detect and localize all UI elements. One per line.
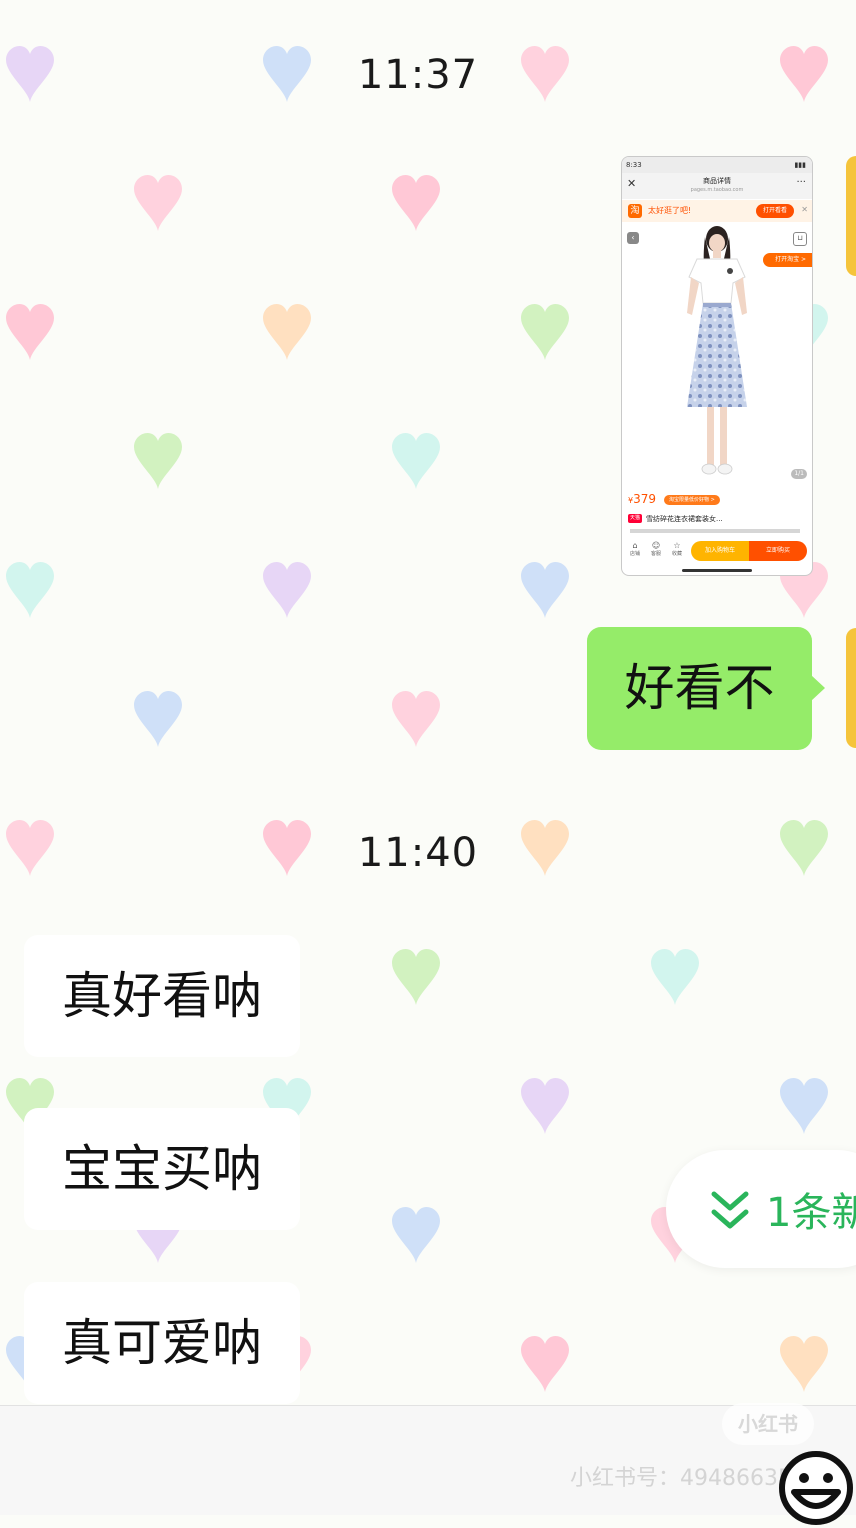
taobao-logo-icon: 淘 xyxy=(628,204,642,218)
heart-decoration xyxy=(780,1336,828,1392)
promo-badge: 淘宝限量低价好物 > xyxy=(664,495,720,505)
shared-screenshot-image[interactable]: 8:33 ▮▮▮ ✕ 商品详情 pages.m.taobao.com ··· 淘… xyxy=(621,156,813,576)
heart-decoration xyxy=(6,304,54,360)
heart-decoration xyxy=(392,175,440,231)
heart-decoration xyxy=(521,304,569,360)
service-icon: ☺ xyxy=(651,541,661,550)
sender-avatar-2[interactable] xyxy=(846,628,856,748)
timestamp-1: 11:37 xyxy=(357,52,479,98)
tab-shop-label: 店铺 xyxy=(629,551,640,557)
taobao-banner: 淘 太好逛了吧! 打开看看 ✕ xyxy=(622,200,812,222)
heart-decoration xyxy=(521,1336,569,1392)
heart-decoration xyxy=(521,562,569,618)
banner-open-button: 打开看看 xyxy=(755,204,794,218)
heart-decoration xyxy=(521,1078,569,1134)
status-time: 8:33 xyxy=(626,161,642,169)
tab-favorite-label: 收藏 xyxy=(671,551,682,557)
heart-decoration xyxy=(780,1078,828,1134)
tab-shop: ⌂ 店铺 xyxy=(625,541,645,557)
screenshot-nav-bar: ✕ 商品详情 pages.m.taobao.com ··· xyxy=(622,173,812,199)
star-icon: ☆ xyxy=(673,541,681,550)
screenshot-status-bar: 8:33 ▮▮▮ xyxy=(622,157,812,173)
cart-icon: ⊔ xyxy=(793,232,807,246)
double-chevron-down-icon xyxy=(711,1191,749,1229)
home-indicator xyxy=(682,569,752,572)
product-price: ¥379 xyxy=(628,492,656,506)
new-messages-pill[interactable]: 1条新 xyxy=(666,1150,856,1268)
add-to-cart-button: 加入购物车 xyxy=(691,541,749,561)
heart-decoration xyxy=(134,691,182,747)
sender-avatar[interactable] xyxy=(846,156,856,276)
heart-decoration xyxy=(263,562,311,618)
nav-title: 商品详情 xyxy=(703,177,731,185)
tab-service: ☺ 客服 xyxy=(646,541,666,557)
product-subtitle-line xyxy=(630,529,800,533)
more-icon: ··· xyxy=(796,177,806,188)
nav-url: pages.m.taobao.com xyxy=(690,187,744,193)
buy-now-button: 立即购买 xyxy=(749,541,807,561)
heart-decoration xyxy=(392,949,440,1005)
heart-decoration xyxy=(392,1207,440,1263)
heart-decoration xyxy=(134,433,182,489)
tab-favorite: ☆ 收藏 xyxy=(667,541,687,557)
heart-decoration xyxy=(6,562,54,618)
timestamp-2: 11:40 xyxy=(357,830,479,876)
banner-close-icon: ✕ xyxy=(801,205,808,214)
received-message-bubble[interactable]: 宝宝买呐 xyxy=(24,1108,300,1230)
heart-decoration xyxy=(392,691,440,747)
shop-icon: ⌂ xyxy=(632,541,638,550)
sent-message-bubble[interactable]: 好看不 xyxy=(587,627,825,750)
tab-service-label: 客服 xyxy=(650,551,661,557)
emoji-icon[interactable] xyxy=(776,1448,856,1528)
battery-icon: ▮▮▮ xyxy=(794,161,806,169)
received-message-bubble[interactable]: 真可爱呐 xyxy=(24,1282,300,1404)
new-messages-label: 1条新 xyxy=(766,1190,856,1236)
heart-decoration xyxy=(134,175,182,231)
open-shop-button: 打开淘宝 > xyxy=(763,253,812,267)
tmall-badge: 天猫 xyxy=(628,514,643,523)
heart-decoration xyxy=(392,433,440,489)
xiaohongshu-watermark-logo: 小红书 xyxy=(722,1403,814,1445)
heart-decoration xyxy=(651,949,699,1005)
image-pager: 1/1 xyxy=(791,469,807,479)
banner-text: 太好逛了吧! xyxy=(648,206,692,215)
product-model-photo xyxy=(687,226,747,475)
product-title: 雪纺碎花连衣裙套装女... xyxy=(646,515,723,523)
price-value: 379 xyxy=(633,492,656,506)
back-icon: ‹ xyxy=(627,232,639,244)
received-message-bubble[interactable]: 真好看呐 xyxy=(24,935,300,1057)
heart-decoration xyxy=(263,304,311,360)
